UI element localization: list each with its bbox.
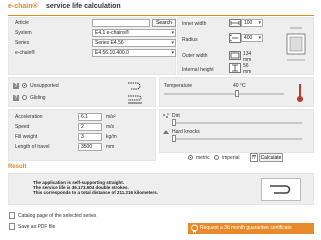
motion-panel: Acceleration 6.1 m/s² Speed 2 m/s Fill w…: [8, 109, 156, 161]
fill-weight-label: Fill weight: [15, 134, 38, 140]
hard-knocks-slider-handle[interactable]: [172, 135, 176, 142]
acceleration-unit: m/s²: [106, 114, 116, 120]
speed-label: Speed: [15, 124, 30, 130]
gliding-chain-icon: [127, 93, 143, 105]
save-pdf-link[interactable]: Save as PDF file: [18, 224, 55, 230]
unsupported-radio[interactable]: [22, 83, 27, 88]
internal-height-unit: mm: [243, 69, 252, 75]
temperature-slider-handle[interactable]: [235, 90, 239, 97]
radius-select[interactable]: 400: [241, 34, 263, 42]
imperial-label: imperial: [222, 155, 240, 161]
article-input[interactable]: [92, 19, 150, 27]
acceleration-input[interactable]: 6.1: [78, 113, 102, 121]
request-certificate-label: Request a 36 month guarantee certificate: [200, 225, 292, 231]
fill-weight-unit: kg/m: [106, 134, 117, 140]
article-label: Article: [15, 20, 29, 26]
radius-label: Radius: [182, 37, 198, 43]
help-icon[interactable]: ?: [13, 95, 19, 101]
request-certificate-button[interactable]: Request a 36 month guarantee certificate: [188, 223, 314, 234]
unsupported-label: Unsupported: [30, 83, 59, 89]
pdf-file-icon: [9, 223, 15, 230]
certificate-icon: [190, 224, 199, 233]
hard-knocks-icon: [162, 129, 170, 135]
calculate-button[interactable]: Calculate: [259, 153, 283, 162]
metric-label: metric: [196, 155, 210, 161]
internal-height-label: Internal height: [182, 67, 214, 73]
support-panel: ? Unsupported ? Gliding: [8, 77, 156, 107]
internal-height-icon: [229, 63, 241, 73]
result-line-3: This corresponds to a total distance of …: [33, 190, 159, 195]
acceleration-label: Acceleration: [15, 114, 43, 120]
gliding-label: Gliding: [30, 95, 46, 101]
travel-unit: mm: [106, 144, 115, 150]
catalog-page-link[interactable]: Catalog page of the selected series: [18, 213, 96, 219]
outer-width-label: Outer width: [182, 53, 208, 59]
calculator-icon[interactable]: [250, 153, 258, 162]
dirt-slider-track[interactable]: [172, 122, 302, 124]
help-icon[interactable]: ?: [13, 83, 19, 89]
metric-radio[interactable]: [188, 155, 193, 160]
travel-input[interactable]: 3500: [78, 143, 102, 151]
result-chain-preview-icon: [261, 178, 301, 201]
outer-width-icon: [229, 51, 241, 60]
system-label: System: [15, 30, 32, 36]
radius-icon: [229, 33, 241, 43]
article-panel: Article Search System E4.1 e-chains® Ser…: [8, 17, 176, 75]
series-select[interactable]: Series E4.56: [92, 39, 176, 47]
temperature-panel: Temperature 40 °C: [159, 77, 314, 107]
catalog-page-icon: [9, 212, 15, 219]
temperature-value: 40 °C: [233, 83, 246, 89]
speed-input[interactable]: 2: [78, 123, 102, 131]
inner-width-icon: [229, 19, 241, 27]
result-panel: The application is self-supporting strai…: [8, 173, 314, 205]
system-select[interactable]: E4.1 e-chains®: [92, 29, 176, 37]
imperial-radio[interactable]: [214, 155, 219, 160]
hard-knocks-label: Hard knocks: [172, 129, 200, 135]
result-title: Result: [8, 164, 27, 170]
travel-label: Length of travel: [15, 144, 50, 150]
dirt-icon: [162, 113, 170, 119]
unsupported-chain-icon: [127, 81, 143, 91]
dimensions-panel: Inner width 100 Radius 400 Outer width 1…: [177, 17, 314, 75]
echain-select[interactable]: E4.56.10.400.0: [92, 49, 176, 57]
fill-weight-input[interactable]: 3: [78, 133, 102, 141]
hard-knocks-slider-track[interactable]: [172, 138, 302, 140]
thermometer-icon: [296, 83, 304, 103]
dirt-slider-handle[interactable]: [172, 119, 176, 126]
temperature-slider-track[interactable]: [164, 93, 284, 95]
page-header: e-chain® service life calculation: [8, 2, 314, 16]
series-label: Series: [15, 40, 30, 46]
environment-panel: Dirt Hard knocks: [159, 109, 314, 153]
brand-label: e-chain®: [8, 3, 38, 10]
inner-width-select[interactable]: 100: [241, 19, 263, 27]
inner-width-label: Inner width: [182, 21, 207, 27]
echain-label: e-chain®: [15, 50, 36, 56]
temperature-label: Temperature: [164, 83, 193, 89]
speed-unit: m/s: [106, 124, 115, 130]
chain-dimension-drawing: [283, 22, 309, 68]
gliding-radio[interactable]: [22, 95, 27, 100]
page-title: service life calculation: [46, 3, 121, 10]
search-button[interactable]: Search: [152, 19, 176, 27]
